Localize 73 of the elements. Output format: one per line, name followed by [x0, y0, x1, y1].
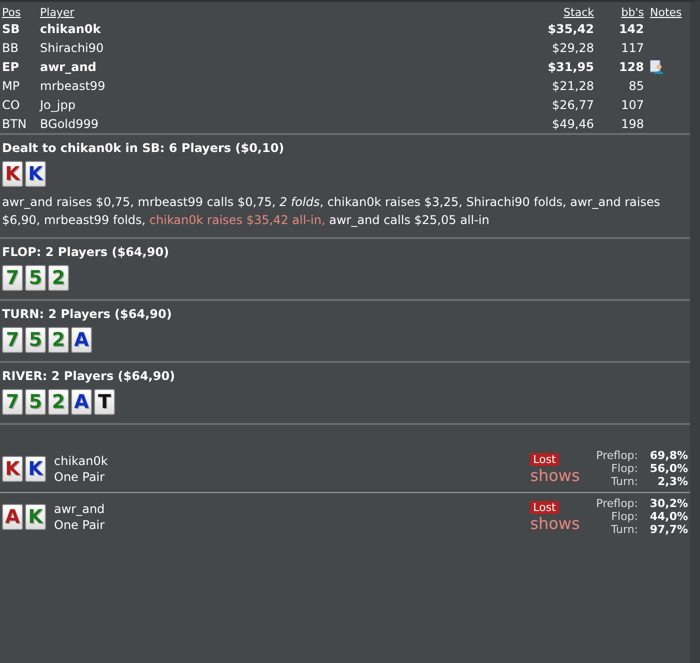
player-name: chikan0k	[54, 454, 109, 468]
equity-label: Turn:	[610, 475, 638, 488]
table-cell-text: chikan0k	[39, 20, 102, 38]
table-cell-text: $49,46	[551, 116, 595, 132]
playing-card: 2	[48, 389, 69, 415]
column-header[interactable]: bb's	[598, 6, 648, 19]
result-badge: Lost	[530, 452, 559, 466]
table-cell-text: 85	[628, 78, 645, 94]
table-cell-text: 128	[618, 58, 645, 76]
street-title: TURN: 2 Players ($64,90)	[2, 307, 173, 321]
table-cell-text: BGold999	[39, 116, 100, 132]
table-cell-text: $26,77	[551, 96, 595, 114]
result-badge: Lost	[530, 500, 559, 514]
equity-label: Turn:	[610, 523, 638, 536]
playing-card: 7	[2, 327, 23, 353]
playing-card: 7	[2, 265, 23, 291]
playing-card: 5	[25, 265, 46, 291]
playing-card: 5	[25, 389, 46, 415]
action-label: shows	[530, 466, 580, 484]
street-title: RIVER: 2 Players ($64,90)	[2, 369, 176, 383]
street-title: Dealt to chikan0k in SB: 6 Players ($0,10)	[2, 141, 286, 155]
equity-value: 97,7%	[648, 523, 688, 536]
equity-value: 44,0%	[648, 510, 688, 523]
table-cell-text: $21,28	[551, 78, 595, 94]
playing-card: K	[2, 161, 23, 187]
playing-card: A	[71, 389, 92, 415]
table-cell-text: $31,95	[546, 58, 595, 76]
table-cell-text: awr_and	[39, 58, 98, 76]
equity-label: Preflop:	[596, 497, 638, 510]
table-cell-text: BB	[1, 40, 20, 56]
equity-value: 30,2%	[648, 497, 688, 510]
action-label: shows	[530, 514, 580, 532]
playing-card: A	[2, 504, 23, 530]
column-header[interactable]: Notes	[648, 6, 690, 19]
table-cell-text: Jo_jpp	[38, 96, 76, 114]
note-icon[interactable]	[650, 60, 664, 74]
table-cell-text: 117	[620, 40, 645, 56]
hand-rank: One Pair	[54, 470, 106, 484]
equity-value: 2,3%	[656, 475, 688, 488]
table-cell-text: CO	[1, 96, 21, 114]
table-cell-text: $35,42	[546, 20, 595, 38]
table-cell-text: Shirachi90	[39, 40, 105, 56]
table-cell-text: 142	[618, 20, 645, 38]
column-header[interactable]: Stack	[360, 6, 598, 19]
street-title: FLOP: 2 Players ($64,90)	[2, 245, 170, 259]
hand-rank: One Pair	[54, 518, 106, 532]
equity-value: 69,8%	[648, 449, 688, 462]
equity-label: Flop:	[610, 462, 638, 475]
playing-card: K	[25, 456, 46, 482]
playing-card: 2	[48, 265, 69, 291]
playing-card: K	[25, 504, 46, 530]
playing-card: T	[94, 389, 115, 415]
table-cell-text: 107	[620, 96, 645, 114]
table-cell-text: mrbeast99	[39, 78, 106, 94]
playing-card: A	[71, 327, 92, 353]
playing-card: 7	[2, 389, 23, 415]
action-text: awr_and raises $0,75, mrbeast99 calls $0,75, 2 folds, chikan0k raises $3,25, Shirachi90 folds, awr_and raises $6,90, mrbeast99 folds, chikan0k raises $35,42 all-in, awr_and calls $25,05 all-in	[2, 194, 662, 229]
table-cell-text: SB	[1, 20, 21, 38]
player-name: awr_and	[54, 502, 106, 516]
equity-label: Flop:	[610, 510, 638, 523]
playing-card: K	[25, 161, 46, 187]
playing-card: 2	[48, 327, 69, 353]
table-cell-text: $29,28	[551, 40, 595, 56]
playing-card: 5	[25, 327, 46, 353]
column-header[interactable]: Player	[38, 6, 361, 19]
playing-card: K	[2, 456, 23, 482]
equity-label: Preflop:	[596, 449, 638, 462]
table-cell-text: EP	[1, 58, 20, 76]
column-header[interactable]: Pos	[0, 6, 38, 19]
table-cell-text: BTN	[1, 116, 28, 132]
table-cell-text: MP	[1, 78, 21, 94]
table-cell-text: 198	[620, 116, 645, 132]
equity-value: 56,0%	[648, 462, 688, 475]
